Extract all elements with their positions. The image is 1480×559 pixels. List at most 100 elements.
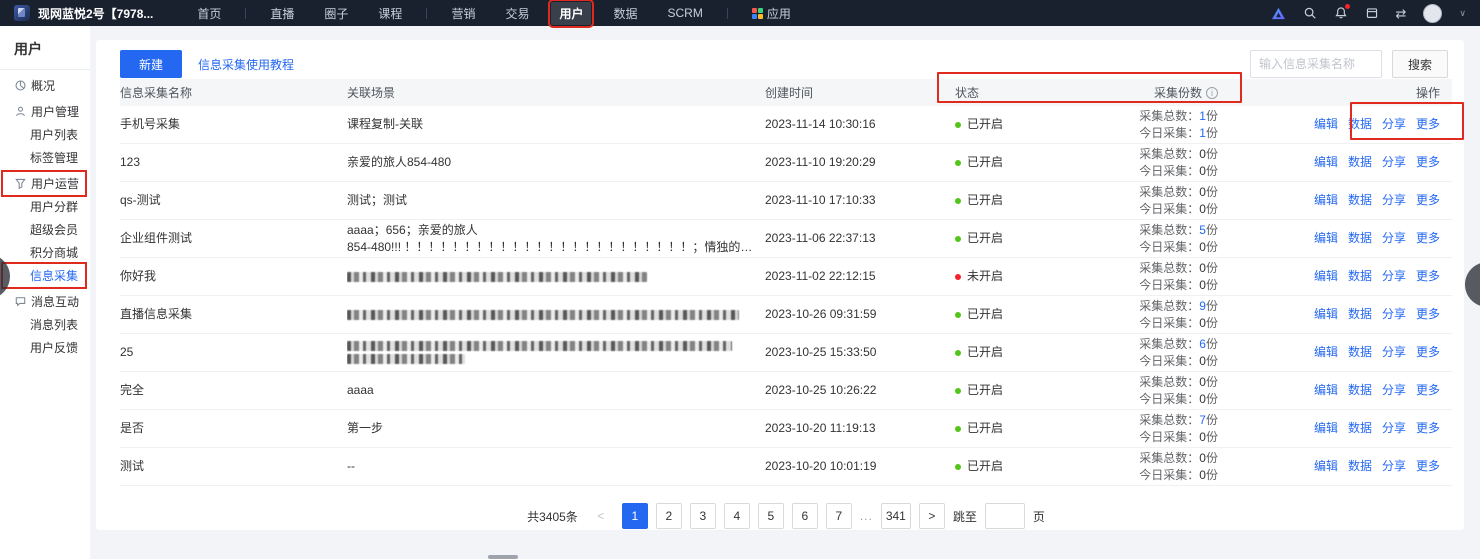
total-count-line: 采集总数：7份 bbox=[1105, 412, 1218, 429]
share-link[interactable]: 分享 bbox=[1382, 306, 1406, 323]
today-count-line: 今日采集：0份 bbox=[1105, 201, 1218, 218]
pagination-ellipsis: ... bbox=[860, 509, 873, 523]
actions-cell: 编辑 数据 分享 更多 bbox=[1230, 344, 1452, 361]
nav-item-data[interactable]: 数据 bbox=[605, 2, 645, 25]
share-link[interactable]: 分享 bbox=[1382, 420, 1406, 437]
data-link[interactable]: 数据 bbox=[1348, 230, 1372, 247]
search-input[interactable] bbox=[1250, 50, 1382, 78]
page-button-3[interactable]: 3 bbox=[690, 503, 716, 529]
data-link[interactable]: 数据 bbox=[1348, 344, 1372, 361]
sidebar-item-user-list[interactable]: 用户列表 bbox=[3, 123, 85, 146]
status-dot bbox=[955, 274, 961, 280]
edit-link[interactable]: 编辑 bbox=[1314, 382, 1338, 399]
page-button-1[interactable]: 1 bbox=[622, 503, 648, 529]
more-link[interactable]: 更多 bbox=[1416, 420, 1440, 437]
sidebar-item-user-management[interactable]: 用户管理 bbox=[3, 100, 85, 123]
edit-link[interactable]: 编辑 bbox=[1314, 344, 1338, 361]
more-link[interactable]: 更多 bbox=[1416, 382, 1440, 399]
share-link[interactable]: 分享 bbox=[1382, 116, 1406, 133]
page-button-6[interactable]: 6 bbox=[792, 503, 818, 529]
data-link[interactable]: 数据 bbox=[1348, 306, 1372, 323]
chevron-down-icon[interactable]: ∨ bbox=[1459, 8, 1466, 19]
share-link[interactable]: 分享 bbox=[1382, 192, 1406, 209]
data-link[interactable]: 数据 bbox=[1348, 154, 1372, 171]
sidebar-item-points-mall[interactable]: 积分商城 bbox=[3, 241, 85, 264]
share-link[interactable]: 分享 bbox=[1382, 458, 1406, 475]
edit-link[interactable]: 编辑 bbox=[1314, 420, 1338, 437]
edit-link[interactable]: 编辑 bbox=[1314, 116, 1338, 133]
last-page-button[interactable]: 341 bbox=[881, 503, 911, 529]
data-link[interactable]: 数据 bbox=[1348, 116, 1372, 133]
more-link[interactable]: 更多 bbox=[1416, 192, 1440, 209]
data-link[interactable]: 数据 bbox=[1348, 382, 1372, 399]
bell-icon[interactable] bbox=[1334, 6, 1348, 20]
page-button-4[interactable]: 4 bbox=[724, 503, 750, 529]
status-dot bbox=[955, 160, 961, 166]
calendar-icon[interactable] bbox=[1365, 6, 1379, 20]
info-icon[interactable] bbox=[1206, 87, 1218, 99]
sidebar-item-super-member[interactable]: 超级会员 bbox=[3, 218, 85, 241]
sidebar-item-message-list[interactable]: 消息列表 bbox=[3, 313, 85, 336]
jump-page-input[interactable] bbox=[985, 503, 1025, 529]
status-dot bbox=[955, 122, 961, 128]
edit-link[interactable]: 编辑 bbox=[1314, 154, 1338, 171]
switch-icon[interactable]: ⇄ bbox=[1396, 7, 1407, 20]
share-link[interactable]: 分享 bbox=[1382, 154, 1406, 171]
page-button-5[interactable]: 5 bbox=[758, 503, 784, 529]
nav-item-home[interactable]: 首页 bbox=[189, 2, 229, 25]
nav-item-circle[interactable]: 圈子 bbox=[316, 2, 356, 25]
sidebar-item-tag-management[interactable]: 标签管理 bbox=[3, 146, 85, 169]
prev-page-button[interactable]: < bbox=[588, 503, 614, 529]
total-count-line: 采集总数：0份 bbox=[1105, 260, 1218, 277]
share-link[interactable]: 分享 bbox=[1382, 344, 1406, 361]
sidebar-item-info-collection[interactable]: 信息采集 bbox=[3, 264, 85, 287]
next-page-button[interactable]: > bbox=[919, 503, 945, 529]
nav-item-apps[interactable]: 应用 bbox=[744, 2, 799, 25]
edit-link[interactable]: 编辑 bbox=[1314, 268, 1338, 285]
nav-item-user[interactable]: 用户 bbox=[551, 2, 591, 25]
share-link[interactable]: 分享 bbox=[1382, 268, 1406, 285]
data-link[interactable]: 数据 bbox=[1348, 420, 1372, 437]
sidebar-item-user-feedback[interactable]: 用户反馈 bbox=[3, 336, 85, 359]
share-link[interactable]: 分享 bbox=[1382, 382, 1406, 399]
more-link[interactable]: 更多 bbox=[1416, 344, 1440, 361]
edit-link[interactable]: 编辑 bbox=[1314, 192, 1338, 209]
tutorial-link[interactable]: 信息采集使用教程 bbox=[198, 56, 294, 73]
sidebar-item-message-interaction[interactable]: 消息互动 bbox=[3, 290, 85, 313]
search-button[interactable]: 搜索 bbox=[1392, 50, 1448, 78]
page-button-2[interactable]: 2 bbox=[656, 503, 682, 529]
avatar[interactable] bbox=[1423, 4, 1442, 23]
data-link[interactable]: 数据 bbox=[1348, 192, 1372, 209]
page-button-7[interactable]: 7 bbox=[826, 503, 852, 529]
today-count-line: 今日采集：0份 bbox=[1105, 429, 1218, 446]
search-icon[interactable] bbox=[1303, 6, 1317, 20]
edit-link[interactable]: 编辑 bbox=[1314, 306, 1338, 323]
sidebar-item-overview[interactable]: 概况 bbox=[3, 74, 85, 97]
nav-item-scrm[interactable]: SCRM bbox=[660, 3, 711, 23]
data-link[interactable]: 数据 bbox=[1348, 458, 1372, 475]
data-link[interactable]: 数据 bbox=[1348, 268, 1372, 285]
platform-logo-icon bbox=[1271, 7, 1286, 20]
nav-item-live[interactable]: 直播 bbox=[262, 2, 302, 25]
more-link[interactable]: 更多 bbox=[1416, 154, 1440, 171]
total-count-line: 采集总数：1份 bbox=[1105, 108, 1218, 125]
sidebar-item-user-segment[interactable]: 用户分群 bbox=[3, 195, 85, 218]
more-link[interactable]: 更多 bbox=[1416, 268, 1440, 285]
more-link[interactable]: 更多 bbox=[1416, 230, 1440, 247]
nav-item-label: 交易 bbox=[505, 5, 529, 22]
sidebar-item-user-operation[interactable]: 用户运营 bbox=[3, 172, 85, 195]
nav-item-trade[interactable]: 交易 bbox=[497, 2, 537, 25]
share-link[interactable]: 分享 bbox=[1382, 230, 1406, 247]
edit-link[interactable]: 编辑 bbox=[1314, 230, 1338, 247]
nav-item-marketing[interactable]: 营销 bbox=[443, 2, 483, 25]
counts-cell: 采集总数：7份 今日采集：0份 bbox=[1105, 412, 1230, 446]
more-link[interactable]: 更多 bbox=[1416, 116, 1440, 133]
more-link[interactable]: 更多 bbox=[1416, 306, 1440, 323]
new-button[interactable]: 新建 bbox=[120, 50, 182, 78]
total-count-line: 采集总数：0份 bbox=[1105, 450, 1218, 467]
nav-item-course[interactable]: 课程 bbox=[370, 2, 410, 25]
more-link[interactable]: 更多 bbox=[1416, 458, 1440, 475]
actions-cell: 编辑 数据 分享 更多 bbox=[1230, 268, 1452, 285]
collection-name: 是否 bbox=[120, 420, 347, 437]
edit-link[interactable]: 编辑 bbox=[1314, 458, 1338, 475]
